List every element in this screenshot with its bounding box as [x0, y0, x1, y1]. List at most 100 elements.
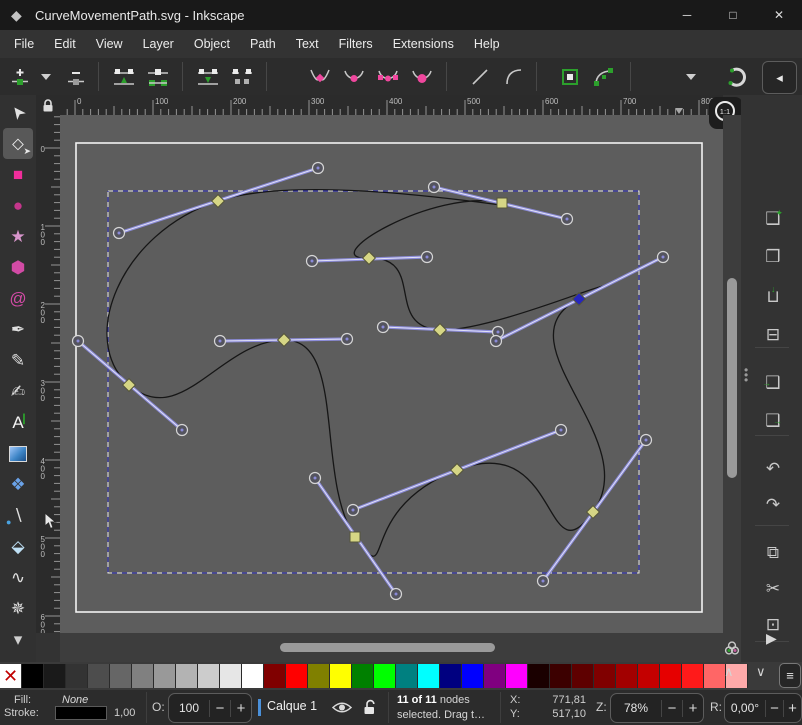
- layer-visibility-eye-icon[interactable]: [332, 700, 352, 715]
- break-nodes-button[interactable]: [194, 63, 221, 90]
- cut-icon[interactable]: ✂: [761, 577, 785, 601]
- menu-path[interactable]: Path: [240, 30, 286, 58]
- canvas[interactable]: [60, 115, 723, 633]
- horizontal-scrollbar-thumb[interactable]: [280, 643, 495, 652]
- corner-node-button[interactable]: [306, 63, 333, 90]
- close-button[interactable]: ✕: [756, 0, 802, 30]
- color-swatch[interactable]: [638, 664, 660, 688]
- line-segment-button[interactable]: [466, 63, 493, 90]
- color-swatch[interactable]: [66, 664, 88, 688]
- bezier-path[interactable]: [107, 190, 605, 557]
- selector-tool[interactable]: ➤: [3, 97, 33, 128]
- layer-name[interactable]: Calque 1: [267, 699, 317, 713]
- stroke-to-path-button[interactable]: [590, 63, 617, 90]
- menu-layer[interactable]: Layer: [133, 30, 184, 58]
- color-swatch[interactable]: [682, 664, 704, 688]
- color-swatch[interactable]: [484, 664, 506, 688]
- color-swatch[interactable]: [242, 664, 264, 688]
- opacity-plus-button[interactable]: +: [230, 700, 251, 717]
- object-rotate-icon[interactable]: [722, 63, 749, 90]
- open-document-icon[interactable]: ❒: [761, 245, 785, 269]
- path-node[interactable]: [434, 324, 447, 337]
- color-swatch[interactable]: [462, 664, 484, 688]
- zoom-spinner[interactable]: 78% − +: [610, 693, 704, 723]
- spiral-tool[interactable]: @: [3, 283, 33, 314]
- opacity-minus-button[interactable]: −: [209, 700, 230, 717]
- rotation-spinner[interactable]: 0,00° − +: [724, 693, 802, 723]
- expand-panel-arrow[interactable]: ▶: [766, 630, 777, 647]
- delete-segment-button[interactable]: [228, 63, 255, 90]
- new-document-icon[interactable]: ❑✦: [761, 207, 785, 231]
- palette-scroll-down[interactable]: ∨: [756, 664, 766, 680]
- minimize-button[interactable]: ─: [664, 0, 710, 30]
- color-swatch[interactable]: [308, 664, 330, 688]
- color-swatch[interactable]: [220, 664, 242, 688]
- vertical-scrollbar-thumb[interactable]: [727, 278, 737, 478]
- color-managed-view-button[interactable]: [723, 633, 741, 662]
- join-with-segment-button[interactable]: [144, 63, 171, 90]
- color-swatch[interactable]: [440, 664, 462, 688]
- pen-tool[interactable]: ✒: [3, 314, 33, 345]
- more-tools[interactable]: ▾: [3, 624, 33, 655]
- insert-node-dropdown[interactable]: [36, 63, 56, 90]
- color-swatch[interactable]: [352, 664, 374, 688]
- color-swatch[interactable]: [616, 664, 638, 688]
- opacity-spinner[interactable]: 100 − +: [168, 693, 252, 723]
- rotation-minus-button[interactable]: −: [765, 700, 783, 717]
- menu-file[interactable]: File: [4, 30, 44, 58]
- color-swatch[interactable]: [264, 664, 286, 688]
- auto-node-button[interactable]: [408, 63, 435, 90]
- gradient-tool[interactable]: [3, 438, 33, 469]
- layer-unlock-icon[interactable]: [362, 698, 378, 716]
- path-node[interactable]: [278, 334, 291, 347]
- vertical-ruler[interactable]: 0100200300400500600: [36, 115, 60, 633]
- menu-help[interactable]: Help: [464, 30, 510, 58]
- path-node[interactable]: [451, 464, 464, 477]
- color-swatch[interactable]: [506, 664, 528, 688]
- color-swatch[interactable]: [572, 664, 594, 688]
- pencil-tool[interactable]: ✎: [3, 345, 33, 376]
- curve-segment-button[interactable]: [500, 63, 527, 90]
- menu-object[interactable]: Object: [184, 30, 240, 58]
- export-icon[interactable]: ❑→: [761, 409, 785, 433]
- zoom-value[interactable]: 78%: [611, 701, 661, 715]
- color-swatch[interactable]: [550, 664, 572, 688]
- color-swatch[interactable]: [110, 664, 132, 688]
- import-icon[interactable]: ❑→: [761, 371, 785, 395]
- box3d-tool[interactable]: ⬢: [3, 252, 33, 283]
- path-node[interactable]: [212, 195, 225, 208]
- zoom-minus-button[interactable]: −: [661, 700, 682, 717]
- path-node[interactable]: [573, 293, 586, 306]
- copy-icon[interactable]: ⧉: [761, 541, 785, 565]
- spray-tool[interactable]: ✵: [3, 593, 33, 624]
- color-swatch[interactable]: [88, 664, 110, 688]
- save-document-icon[interactable]: ⊔↓: [761, 285, 785, 309]
- color-swatch[interactable]: [594, 664, 616, 688]
- delete-node-button[interactable]: [62, 63, 89, 90]
- rotation-plus-button[interactable]: +: [783, 700, 801, 717]
- menu-text[interactable]: Text: [286, 30, 329, 58]
- color-swatch[interactable]: [374, 664, 396, 688]
- path-node[interactable]: [497, 198, 507, 208]
- print-icon[interactable]: ⊟: [761, 323, 785, 347]
- color-swatch[interactable]: [286, 664, 308, 688]
- menu-extensions[interactable]: Extensions: [383, 30, 464, 58]
- color-swatch[interactable]: [418, 664, 440, 688]
- stroke-swatch[interactable]: [55, 706, 107, 720]
- unit-dropdown[interactable]: [680, 63, 702, 90]
- star-tool[interactable]: ★: [3, 221, 33, 252]
- redo-icon[interactable]: ↷: [761, 493, 785, 517]
- path-node[interactable]: [363, 252, 376, 265]
- swatch-none[interactable]: ✕: [0, 664, 22, 688]
- horizontal-scrollbar[interactable]: [60, 633, 723, 662]
- panel-grip-handle[interactable]: •••: [744, 368, 748, 383]
- undo-icon[interactable]: ↶: [761, 457, 785, 481]
- collapse-commands-button[interactable]: ◂: [762, 61, 797, 94]
- menu-view[interactable]: View: [86, 30, 133, 58]
- color-swatch[interactable]: [528, 664, 550, 688]
- palette-menu-button[interactable]: ≡: [779, 663, 801, 688]
- object-to-path-button[interactable]: [556, 63, 583, 90]
- color-swatch[interactable]: [154, 664, 176, 688]
- zoom-plus-button[interactable]: +: [682, 700, 703, 717]
- dropper-tool[interactable]: ∖●: [3, 500, 33, 531]
